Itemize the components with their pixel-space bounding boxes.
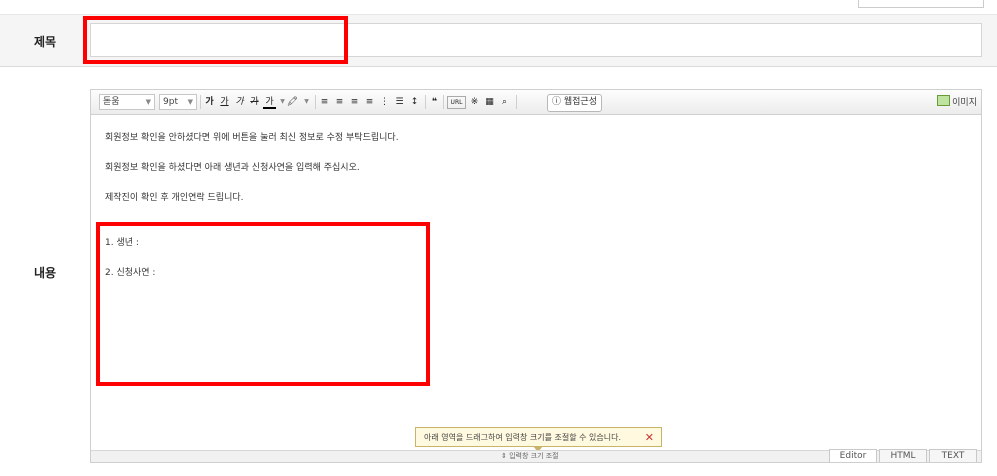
insert-image-button[interactable]: 이미지 (937, 95, 977, 110)
rich-text-editor: 돋움 ▼ 9pt ▼ 가 가 가 가 가 ▼ 🖍 ▼ ≡ ≡ ≡ ≡ ⋮ ☰ ↕ ❝… (90, 89, 982, 463)
table-icon[interactable]: ▦ (483, 95, 496, 109)
tab-text[interactable]: TEXT (929, 449, 977, 462)
align-right-icon[interactable]: ≡ (348, 95, 361, 109)
toolbar-separator (443, 95, 444, 109)
image-icon (937, 95, 951, 106)
toolbar-separator (425, 95, 426, 109)
italic-button[interactable]: 가 (233, 95, 246, 109)
content-line: 2. 신청사연 : (105, 268, 156, 278)
tab-editor[interactable]: Editor (829, 449, 877, 462)
line-height-icon[interactable]: ↕ (408, 95, 421, 109)
numbered-list-icon[interactable]: ⋮ (378, 95, 391, 109)
content-line: 1. 생년 : (105, 238, 139, 248)
content-line: 회원정보 확인을 하셨다면 아래 생년과 신청사연을 입력해 주십시오. (105, 163, 360, 173)
chevron-down-icon[interactable]: ▼ (300, 95, 313, 109)
font-family-value: 돋움 (103, 97, 120, 107)
underline-button[interactable]: 가 (218, 95, 231, 109)
align-center-icon[interactable]: ≡ (333, 95, 346, 109)
accessibility-button[interactable]: ⓘ 웹접근성 (547, 94, 602, 112)
resize-tooltip: 아래 영역을 드래그하여 입력창 크기를 조절할 수 있습니다. ✕ (415, 427, 662, 452)
font-size-select[interactable]: 9pt ▼ (159, 94, 197, 110)
content-line: 회원정보 확인을 안하셨다면 위에 버튼을 눌러 최신 정보로 수정 부탁드립니… (105, 133, 399, 143)
strikethrough-button[interactable]: 가 (248, 95, 261, 109)
font-family-select[interactable]: 돋움 ▼ (99, 94, 155, 110)
content-label: 내용 (34, 266, 57, 280)
accessibility-label: 웹접근성 (563, 97, 597, 107)
bold-button[interactable]: 가 (203, 95, 216, 109)
toolbar-separator (200, 95, 201, 109)
align-left-icon[interactable]: ≡ (318, 95, 331, 109)
content-line: 제작진이 확인 후 개인연락 드립니다. (105, 193, 244, 203)
close-icon[interactable]: ✕ (645, 428, 654, 448)
resize-label: ⇕ 입력창 크기 조절 (501, 452, 559, 460)
font-size-value: 9pt (163, 97, 178, 107)
editor-mode-tabs: Editor HTML TEXT (827, 449, 977, 462)
editor-toolbar: 돋움 ▼ 9pt ▼ 가 가 가 가 가 ▼ 🖍 ▼ ≡ ≡ ≡ ≡ ⋮ ☰ ↕ ❝… (91, 90, 981, 115)
toolbar-separator (315, 95, 316, 109)
chevron-down-icon: ▼ (187, 98, 193, 106)
tab-html[interactable]: HTML (879, 449, 927, 462)
highlight-color-icon[interactable]: 🖍 (286, 95, 299, 109)
top-right-field[interactable] (858, 0, 984, 8)
title-input[interactable] (90, 23, 982, 57)
search-icon[interactable]: ⌕ (498, 95, 511, 109)
align-justify-icon[interactable]: ≡ (363, 95, 376, 109)
font-color-button[interactable]: 가 (263, 95, 276, 109)
bullet-list-icon[interactable]: ☰ (393, 95, 406, 109)
insert-image-label: 이미지 (952, 98, 977, 108)
special-char-icon[interactable]: ※ (468, 95, 481, 109)
toolbar-separator (516, 95, 517, 109)
info-icon: ⓘ (552, 97, 564, 107)
tooltip-text: 아래 영역을 드래그하여 입력창 크기를 조절할 수 있습니다. (424, 433, 621, 442)
title-label: 제목 (34, 35, 57, 49)
chevron-down-icon: ▼ (145, 98, 151, 106)
highlight-box-content (96, 222, 430, 386)
quote-icon[interactable]: ❝ (428, 95, 441, 109)
url-link-icon[interactable]: URL (447, 96, 466, 109)
